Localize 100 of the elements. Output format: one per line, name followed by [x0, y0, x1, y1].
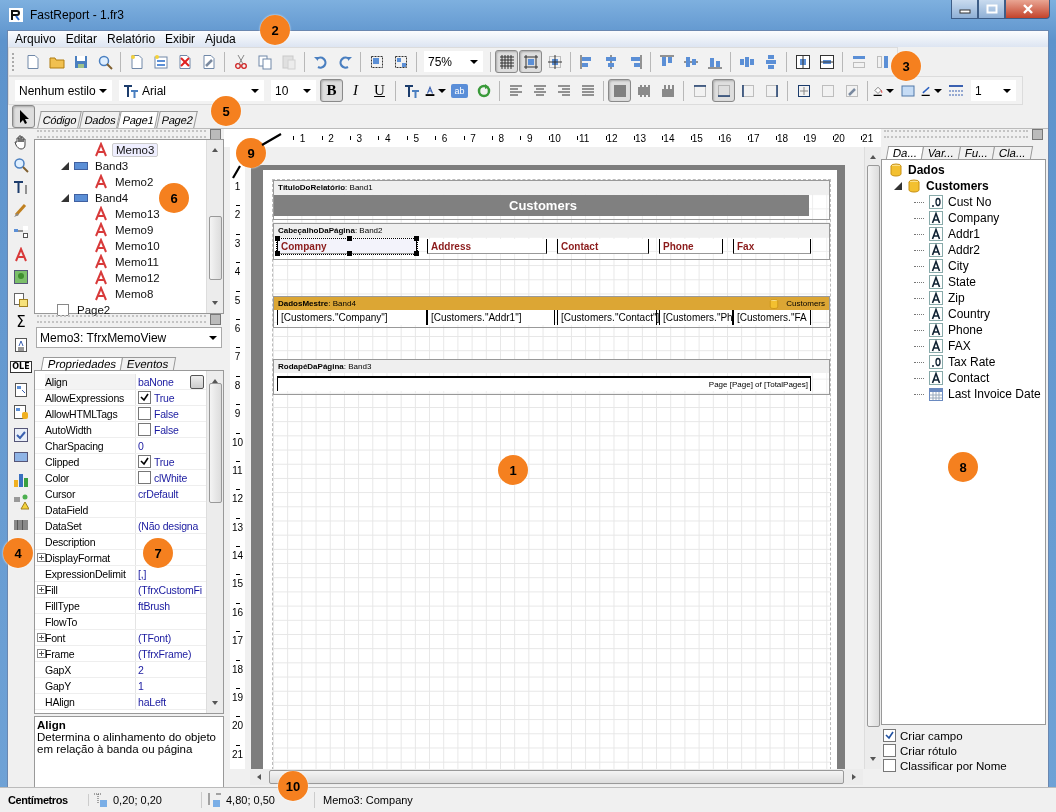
- tree-item[interactable]: Memo3: [112, 143, 159, 157]
- tree-item[interactable]: State: [948, 275, 977, 289]
- tree-item[interactable]: Country: [948, 307, 991, 321]
- tree-item[interactable]: Company: [948, 211, 1000, 225]
- property-name[interactable]: AllowHTMLTags: [45, 406, 136, 421]
- text-object[interactable]: Address: [427, 239, 547, 254]
- tree-item[interactable]: Zip: [948, 291, 965, 305]
- property-value[interactable]: clWhite: [154, 471, 188, 484]
- property-value[interactable]: (TfrxCustomFi: [138, 583, 202, 596]
- data-tab[interactable]: Cla...: [992, 146, 1034, 159]
- property-value[interactable]: (Não designa: [138, 519, 199, 532]
- property-name[interactable]: AllowExpressions: [45, 390, 136, 405]
- property-value[interactable]: baNone: [138, 375, 174, 388]
- property-name[interactable]: ExpressionDelimit: [45, 566, 136, 581]
- property-name[interactable]: HAlign: [45, 694, 136, 709]
- underline-button[interactable]: U: [368, 79, 391, 102]
- inspector-tab[interactable]: Propriedades: [40, 357, 124, 370]
- text-object[interactable]: [Customers."Addr1"]: [427, 310, 555, 325]
- tree-item[interactable]: Page2: [74, 304, 114, 316]
- font-name-dropdown[interactable]: Arial: [119, 80, 264, 101]
- property-value[interactable]: 2: [138, 663, 144, 676]
- page-tab[interactable]: Page1: [117, 111, 160, 128]
- property-name[interactable]: DataSet: [45, 518, 136, 533]
- property-value[interactable]: (TFont): [138, 631, 172, 644]
- tree-item[interactable]: Dados: [908, 163, 945, 177]
- menu-item[interactable]: Editar: [60, 31, 103, 47]
- tree-item[interactable]: Memo11: [112, 256, 162, 268]
- tree-item[interactable]: City: [948, 259, 969, 273]
- data-tab[interactable]: Var...: [921, 146, 962, 159]
- property-value[interactable]: haLeft: [138, 695, 166, 708]
- property-name[interactable]: Color: [45, 470, 136, 485]
- property-name[interactable]: Description: [45, 534, 136, 549]
- property-name[interactable]: FillType: [45, 598, 136, 613]
- property-name[interactable]: DataField: [45, 502, 136, 517]
- menu-item[interactable]: Relatório: [102, 31, 161, 47]
- inspector-tab[interactable]: Eventos: [120, 357, 177, 370]
- tree-item[interactable]: Memo10: [112, 240, 163, 252]
- property-name[interactable]: Font: [45, 630, 136, 645]
- text-object[interactable]: Fax: [733, 239, 811, 254]
- property-value[interactable]: True: [154, 391, 175, 404]
- property-name[interactable]: Fill: [45, 582, 136, 597]
- text-object[interactable]: Customers: [274, 195, 809, 216]
- report-band[interactable]: TítuloDoRelatório: Band1 Customers: [273, 180, 830, 220]
- property-value[interactable]: 1: [138, 679, 144, 692]
- tree-item[interactable]: Contact: [948, 371, 990, 385]
- text-object[interactable]: Company: [277, 239, 417, 254]
- property-value[interactable]: False: [154, 423, 179, 436]
- tree-item[interactable]: Band4: [92, 192, 132, 204]
- text-object[interactable]: [Customers."Company"]: [277, 310, 427, 325]
- report-band[interactable]: CabeçalhoDaPágina: Band2 Company Address Contact Phone Fax: [273, 223, 830, 260]
- object-dropdown[interactable]: Memo3: TfrxMemoView: [36, 327, 222, 348]
- text-object[interactable]: Contact: [557, 239, 649, 254]
- property-name[interactable]: Cursor: [45, 486, 136, 501]
- tree-item[interactable]: Memo8: [112, 288, 157, 300]
- tree-item[interactable]: Addr1: [948, 227, 981, 241]
- property-value[interactable]: 0: [138, 439, 144, 452]
- tree-item[interactable]: Memo2: [112, 176, 157, 188]
- data-tab[interactable]: Da...: [885, 146, 925, 159]
- tree-item[interactable]: Addr2: [948, 243, 981, 257]
- property-name[interactable]: Frame: [45, 646, 136, 661]
- value-dropdown[interactable]: 75%: [424, 51, 483, 72]
- page-tab[interactable]: Dados: [78, 111, 121, 128]
- property-value[interactable]: ftBrush: [138, 599, 170, 612]
- value-dropdown[interactable]: Nenhum estilo: [15, 80, 112, 101]
- text-object[interactable]: Page [Page] of [TotalPages]: [277, 376, 811, 391]
- text-object[interactable]: [Customers."FA: [733, 310, 811, 325]
- text-object[interactable]: [Customers."Ph: [659, 310, 733, 325]
- property-name[interactable]: AutoWidth: [45, 422, 136, 437]
- tree-item[interactable]: Tax Rate: [948, 355, 996, 369]
- italic-button[interactable]: I: [344, 79, 367, 102]
- property-value[interactable]: (TfrxFrame): [138, 647, 192, 660]
- property-name[interactable]: DisplayFormat: [45, 550, 136, 565]
- text-object[interactable]: Phone: [659, 239, 723, 254]
- tree-item[interactable]: Last Invoice Date: [948, 387, 1041, 401]
- tree-item[interactable]: Band3: [92, 160, 132, 172]
- property-name[interactable]: Clipped: [45, 454, 136, 469]
- tree-item[interactable]: Phone: [948, 323, 983, 337]
- report-band[interactable]: RodapéDaPágina: Band3 Page [Page] of [TotalPages]: [273, 359, 830, 395]
- value-dropdown[interactable]: 1: [971, 80, 1016, 101]
- property-name[interactable]: GapX: [45, 662, 136, 677]
- sum-tool[interactable]: Σ: [9, 311, 33, 334]
- property-name[interactable]: FlowTo: [45, 614, 136, 629]
- tree-item[interactable]: Cust No: [948, 195, 992, 209]
- menu-item[interactable]: Ajuda: [200, 31, 241, 47]
- bold-button[interactable]: B: [320, 79, 343, 102]
- property-value[interactable]: False: [154, 407, 179, 420]
- property-name[interactable]: GapY: [45, 678, 136, 693]
- property-name[interactable]: CharSpacing: [45, 438, 136, 453]
- value-dropdown[interactable]: 10: [271, 80, 316, 101]
- property-value[interactable]: [,]: [138, 567, 147, 580]
- property-value[interactable]: True: [154, 455, 175, 468]
- tree-item[interactable]: FAX: [948, 339, 971, 353]
- tree-item[interactable]: Customers: [926, 179, 989, 193]
- property-value[interactable]: crDefault: [138, 487, 179, 500]
- tree-item[interactable]: Memo9: [112, 224, 157, 236]
- page-tab[interactable]: Page2: [156, 111, 198, 128]
- data-tab[interactable]: Fu...: [958, 146, 996, 159]
- menu-item[interactable]: Exibir: [160, 31, 201, 47]
- menu-item[interactable]: Arquivo: [10, 31, 61, 47]
- property-name[interactable]: Align: [45, 374, 136, 389]
